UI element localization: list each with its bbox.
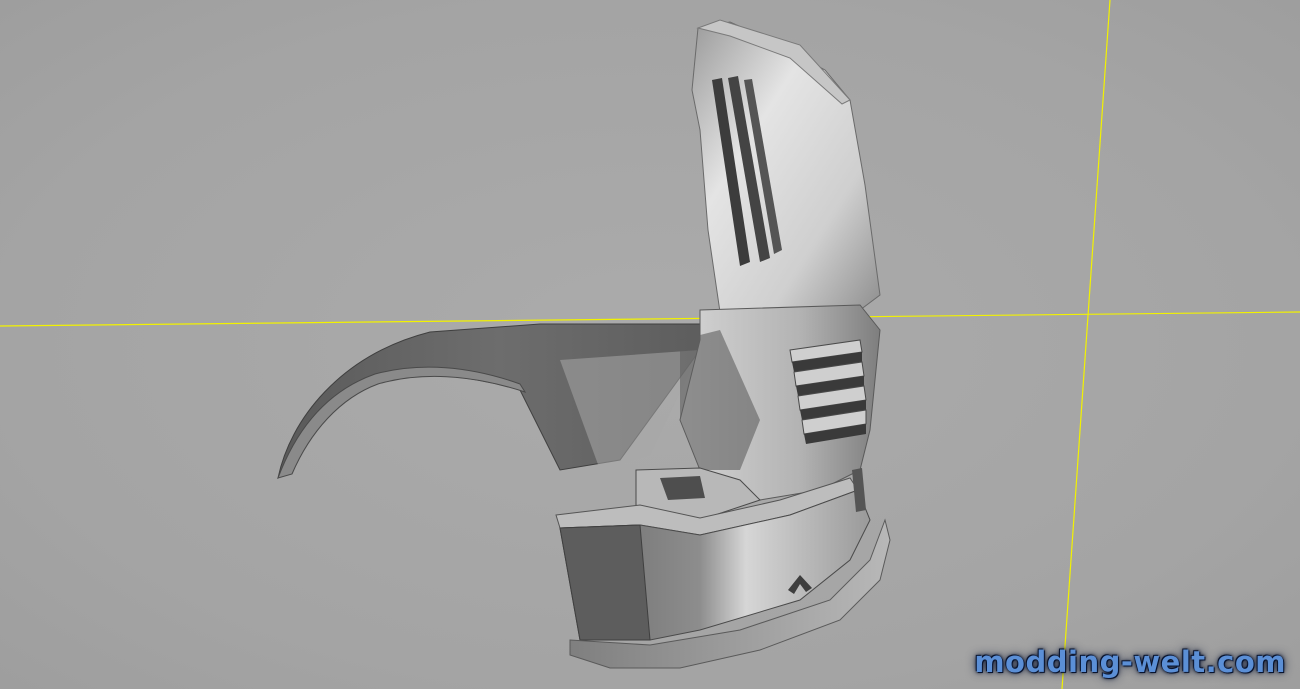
scene-canvas[interactable]	[0, 0, 1300, 689]
watermark-text: modding-welt.com	[974, 645, 1286, 679]
3d-viewport[interactable]: modding-welt.com	[0, 0, 1300, 689]
z-axis-line	[1061, 0, 1111, 689]
bumper-left-face	[559, 524, 651, 641]
fender-lip	[277, 366, 527, 479]
headlight-recess	[660, 476, 705, 500]
truck-front-model[interactable]	[277, 19, 891, 669]
upper-grille-panel[interactable]	[691, 21, 881, 319]
